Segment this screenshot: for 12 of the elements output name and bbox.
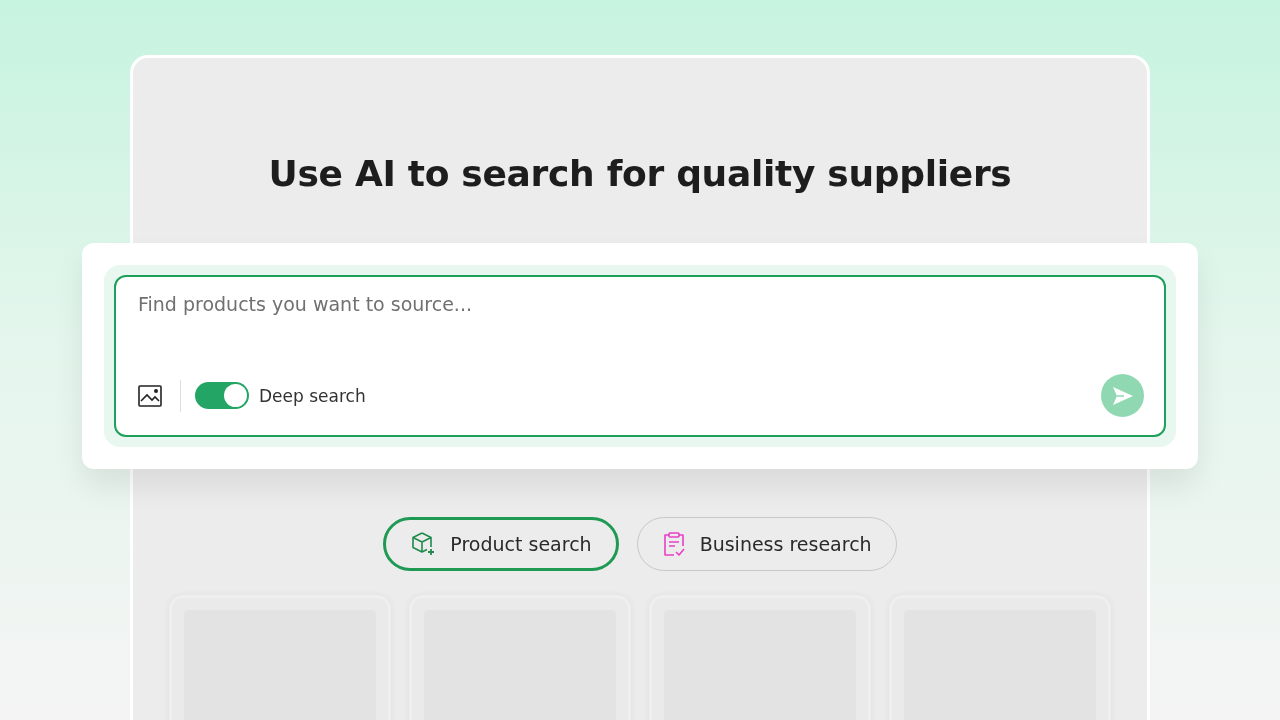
cube-icon <box>410 531 437 558</box>
search-field[interactable]: Find products you want to source... <box>138 293 1144 316</box>
image-icon <box>138 384 162 407</box>
deep-search-label: Deep search <box>259 385 366 406</box>
send-button[interactable] <box>1101 374 1144 418</box>
page-title: Use AI to search for quality suppliers <box>268 152 1012 196</box>
mode-tab[interactable]: Business research <box>636 517 897 572</box>
mode-tab[interactable]: Product search <box>383 517 619 572</box>
deep-search-toggle[interactable] <box>195 382 249 410</box>
clipboard-check-icon <box>661 531 686 558</box>
send-icon <box>1111 385 1134 406</box>
image-upload-button[interactable] <box>138 384 162 407</box>
